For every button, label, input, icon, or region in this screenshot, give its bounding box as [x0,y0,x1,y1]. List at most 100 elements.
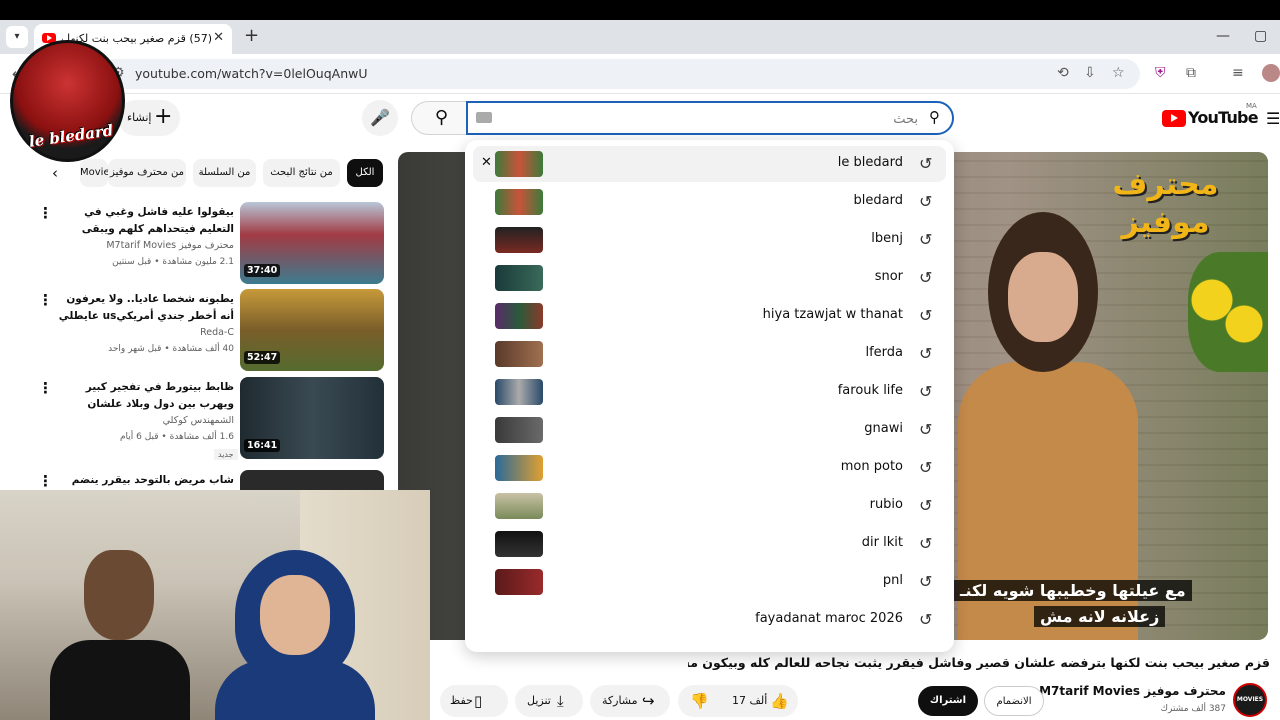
chip-from-channel[interactable]: من محترف موفيز [108,159,186,187]
more-options-icon[interactable]: ⋮ [38,204,53,222]
search-input[interactable] [498,107,918,131]
profile-avatar[interactable] [1262,64,1280,82]
chip-all[interactable]: الكل [347,159,383,187]
youtube-logo[interactable]: YouTube MA [1162,102,1259,130]
search-box[interactable]: ⚲ [466,101,954,135]
reading-list-icon[interactable]: ≡ [1232,65,1244,81]
video-meta: 2.1 مليون مشاهدة • قبل سنتين [112,257,234,267]
chip-from-series[interactable]: من السلسلة [193,159,256,187]
bookmark-star-icon[interactable]: ☆ [1112,65,1125,81]
logo-text: le bledard [27,121,115,151]
more-options-icon[interactable]: ⋮ [38,291,53,309]
save-button[interactable]: حفظ ▯ [440,685,508,717]
suggestion-thumbnail [495,151,543,177]
subscribe-button[interactable]: اشتراك [918,686,978,716]
address-bar[interactable]: ⚙ youtube.com/watch?v=0lelOuqAnwU ⟲ ⇩ ☆ [100,59,1140,89]
keyboard-icon[interactable] [476,112,492,123]
webcam-overlay [0,490,430,720]
video-title[interactable]: بيقولوا عليه فاشل وغبي في التعليم فيتحدا… [56,204,234,238]
suggestion-item[interactable]: mon poto ↺ [473,450,946,486]
tab-search-button[interactable]: ▾ [6,26,28,48]
translate-icon[interactable]: ⟲ [1057,65,1069,81]
chip-from-search[interactable]: من نتائج البحث [263,159,340,187]
subtitle-line-1: مع عيلتها وخطيبها شويه لكنـ [954,580,1192,601]
suggestion-item[interactable]: lbenj ↺ [473,222,946,258]
url-text: youtube.com/watch?v=0lelOuqAnwU [135,66,368,81]
download-icon: ⤓ [557,692,564,710]
more-options-icon[interactable]: ⋮ [38,379,53,397]
suggestion-text: dir lkit [861,535,903,550]
suggestion-item[interactable]: dir lkit ↺ [473,526,946,562]
suggestion-item[interactable]: hiya tzawjat w thanat ↺ [473,298,946,334]
history-icon: ↺ [919,572,933,591]
suggestion-text: lferda [865,345,903,360]
extensions-puzzle-icon[interactable]: ⧉ [1186,65,1196,81]
video-title[interactable]: يطبونه شخصا عاديا.. ولا يعرفون أنه أخطر … [56,291,234,325]
suggestion-item[interactable]: rubio ↺ [473,488,946,524]
voice-search-icon[interactable]: 🎤 [362,100,398,136]
channel-name[interactable]: محترف موفيز M7tarif Movies [56,240,234,251]
new-tab-button[interactable]: + [244,25,259,46]
suggestion-thumbnail [495,189,543,215]
suggestion-thumbnail [495,417,543,443]
like-count[interactable]: 17 ألف [732,685,767,717]
related-video[interactable]: 37:40 بيقولوا عليه فاشل وغبي في التعليم … [30,202,386,284]
chevron-left-icon[interactable]: ‹ [52,164,58,182]
suggestion-text: farouk life [837,383,903,398]
remove-suggestion-icon[interactable]: ✕ [481,155,492,170]
browser-toolbar: ← ⚙ youtube.com/watch?v=0lelOuqAnwU ⟲ ⇩ … [0,54,1280,94]
plus-icon: + [154,104,173,129]
install-app-icon[interactable]: ⇩ [1084,65,1096,81]
search-button[interactable]: ⚲ [411,101,471,135]
suggestion-item[interactable]: gnawi ↺ [473,412,946,448]
channel-avatar[interactable]: MOVIES [1233,683,1267,717]
create-button[interactable]: إنشاء + [118,100,180,136]
related-video[interactable]: 16:41 ظابط بيتورط في تفجير كبير ويهرب بي… [30,377,386,460]
related-video[interactable]: 52:47 يطبونه شخصا عاديا.. ولا يعرفون أنه… [30,289,386,371]
suggestion-text: pnl [882,573,903,588]
history-icon: ↺ [919,344,933,363]
channel-name-main[interactable]: محترف موفيز M7tarif Movies [1039,684,1226,698]
like-icon[interactable]: 👍 [770,685,789,717]
youtube-play-icon [1162,110,1186,127]
tab-close-icon[interactable]: ✕ [213,30,224,45]
suggestion-item[interactable]: fayadanat maroc 2026 ↺ [473,602,946,638]
country-code: MA [1246,102,1257,110]
video-title[interactable]: ظابط بيتورط في تفجير كبير ويهرب بين دول … [56,379,234,413]
history-icon: ↺ [919,382,933,401]
suggestion-item[interactable]: ✕ le bledard ↺ [473,146,946,182]
menu-icon[interactable]: ☰ [1266,109,1280,128]
suggestion-item[interactable]: lferda ↺ [473,336,946,372]
video-title[interactable]: شاب مريض بالتوحد بيقرر ينضم لمكتب [56,472,234,490]
new-badge: جديد [214,449,238,460]
video-frame-flowers [1188,252,1268,372]
search-icon: ⚲ [929,108,940,126]
suggestion-text: mon poto [840,459,903,474]
join-button[interactable]: الانضمام [984,686,1044,716]
channel-name[interactable]: Reda-C [56,327,234,338]
suggestion-item[interactable]: farouk life ↺ [473,374,946,410]
youtube-wordmark: YouTube [1188,108,1259,127]
related-video[interactable]: شاب مريض بالتوحد بيقرر ينضم لمكتب ⋮ [30,470,386,490]
video-frame-person [958,212,1138,640]
suggestion-item[interactable]: snor ↺ [473,260,946,296]
extension-shield-icon[interactable]: ⛨ [1155,65,1166,81]
video-duration: 52:47 [244,351,281,364]
suggestion-text: fayadanat maroc 2026 [755,611,903,626]
minimize-icon[interactable]: — [1216,28,1230,44]
channel-name[interactable]: الشمهندس كوكلي [56,415,234,426]
video-thumbnail[interactable] [240,470,384,490]
suggestion-text: bledard [853,193,903,208]
chip-movies[interactable]: Movies [80,159,108,187]
more-options-icon[interactable]: ⋮ [38,472,53,490]
dislike-icon[interactable]: 👎 [690,685,709,717]
save-label: حفظ [450,694,473,707]
suggestion-thumbnail [495,569,543,595]
video-duration: 37:40 [244,264,281,277]
suggestion-item[interactable]: bledard ↺ [473,184,946,220]
share-button[interactable]: مشاركة ↪ [590,685,670,717]
suggestion-item[interactable]: pnl ↺ [473,564,946,600]
download-button[interactable]: تنزيل ⤓ [515,685,583,717]
maximize-icon[interactable]: ▢ [1254,28,1267,44]
search-icon: ⚲ [434,107,449,128]
